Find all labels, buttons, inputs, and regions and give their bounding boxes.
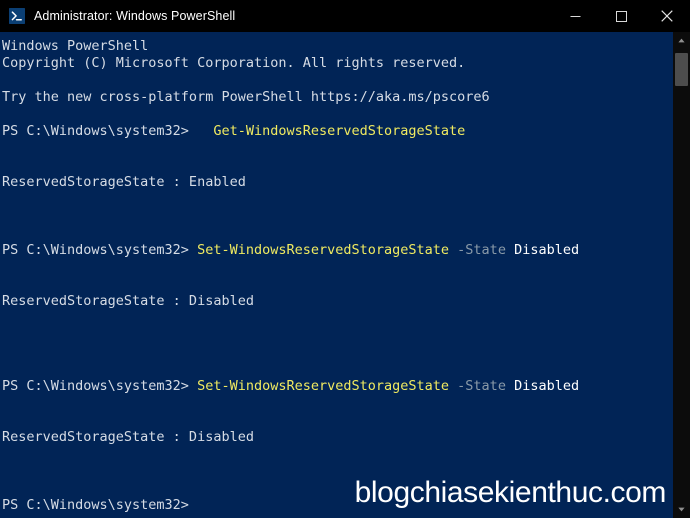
console-token-prompt: PS C:\Windows\system32>	[2, 497, 189, 513]
console-token-param: -State	[449, 378, 506, 394]
console-line: PS C:\Windows\system32> Set-WindowsReser…	[2, 242, 673, 259]
console-token-plain: Try the new cross-platform PowerShell ht…	[2, 89, 490, 105]
window-title: Administrator: Windows PowerShell	[34, 9, 236, 23]
console-line: PS C:\Windows\system32> Get-WindowsReser…	[2, 123, 673, 140]
scrollbar-track[interactable]	[673, 49, 690, 501]
console-token-plain: ReservedStorageState : Disabled	[2, 293, 254, 309]
close-button[interactable]	[644, 0, 690, 32]
console-token-arg: Disabled	[505, 242, 580, 258]
console-line: ReservedStorageState : Enabled	[2, 174, 673, 191]
console-line: ReservedStorageState : Disabled	[2, 429, 673, 446]
close-icon	[661, 10, 673, 22]
console-line: Try the new cross-platform PowerShell ht…	[2, 89, 673, 106]
scroll-down-button[interactable]	[673, 501, 690, 518]
window-controls	[552, 0, 690, 32]
console-token-plain: Copyright (C) Microsoft Corporation. All…	[2, 55, 466, 71]
console-token-cmdlet: Set-WindowsReservedStorageState	[197, 242, 450, 258]
titlebar[interactable]: Administrator: Windows PowerShell	[0, 0, 690, 32]
scrollbar-thumb[interactable]	[675, 53, 688, 86]
console-line: Copyright (C) Microsoft Corporation. All…	[2, 55, 673, 72]
minimize-icon	[570, 15, 580, 17]
console-token-plain: ReservedStorageState : Enabled	[2, 174, 246, 190]
console-output[interactable]: Windows PowerShell Copyright (C) Microsof…	[0, 32, 673, 518]
console-token-plain: ReservedStorageState : Disabled	[2, 429, 254, 445]
console-area: Windows PowerShell Copyright (C) Microsof…	[0, 32, 690, 518]
maximize-button[interactable]	[598, 0, 644, 32]
scroll-down-icon	[678, 507, 685, 512]
console-line: PS C:\Windows\system32> Set-WindowsReser…	[2, 378, 673, 395]
powershell-icon	[9, 8, 25, 24]
minimize-button[interactable]	[552, 0, 598, 32]
scroll-up-button[interactable]	[673, 32, 690, 49]
console-token-prompt: PS C:\Windows\system32>	[2, 242, 198, 258]
console-token-prompt: PS C:\Windows\system32>	[2, 378, 198, 394]
powershell-window: Administrator: Windows PowerShell Window…	[0, 0, 690, 518]
console-token-prompt: PS C:\Windows\system32>	[2, 123, 198, 139]
console-token-cmdlet: Set-WindowsReservedStorageState	[197, 378, 450, 394]
vertical-scrollbar[interactable]	[673, 32, 690, 518]
console-token-cmdlet: Get-WindowsReservedStorageState	[197, 123, 466, 139]
maximize-icon	[615, 10, 627, 22]
console-line: Windows PowerShell	[2, 38, 673, 55]
console-token-param: -State	[449, 242, 506, 258]
console-line: ReservedStorageState : Disabled	[2, 293, 673, 310]
scroll-up-icon	[678, 38, 685, 43]
console-line: PS C:\Windows\system32>	[2, 497, 673, 514]
console-token-arg: Disabled	[505, 378, 580, 394]
console-token-plain: Windows PowerShell	[2, 38, 149, 54]
